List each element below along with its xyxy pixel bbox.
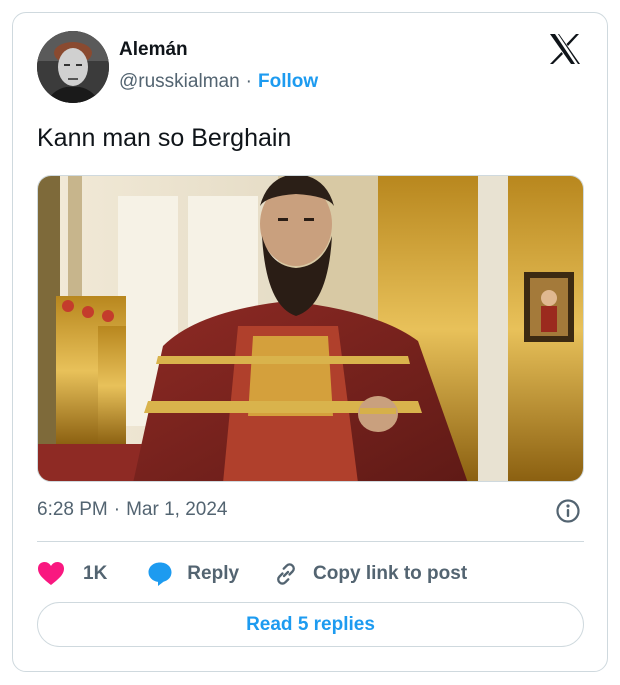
action-bar: 1K Reply Copy link to post	[37, 559, 467, 589]
timestamp-separator: ·	[113, 499, 121, 520]
reply-label: Reply	[187, 563, 240, 584]
read-replies-button[interactable]: Read 5 replies	[37, 602, 584, 647]
tweet-text: Kann man so Berghain	[37, 124, 292, 152]
x-logo-icon[interactable]	[548, 33, 582, 65]
tweet-time: 6:28 PM	[37, 499, 108, 520]
tweet-card: Alemán @russkialman · Follow Kann man so B…	[12, 12, 608, 672]
info-icon[interactable]	[555, 498, 581, 524]
like-count: 1K	[83, 563, 108, 584]
speech-bubble-icon	[148, 562, 172, 586]
follow-button[interactable]: Follow	[258, 71, 318, 92]
link-icon	[277, 563, 295, 585]
tweet-timestamp[interactable]: 6:28 PM · Mar 1, 2024	[37, 499, 228, 521]
tweet-date: Mar 1, 2024	[126, 499, 228, 520]
reply-button[interactable]: Reply	[147, 561, 239, 587]
divider	[37, 541, 584, 542]
like-button[interactable]: 1K	[37, 561, 107, 587]
display-name[interactable]: Alemán	[119, 39, 188, 61]
avatar-image	[37, 31, 109, 103]
handle-separator: ·	[245, 71, 252, 92]
avatar[interactable]	[37, 31, 109, 103]
user-handle[interactable]: @russkialman	[119, 71, 240, 92]
handle-row: @russkialman · Follow	[119, 71, 318, 93]
copy-link-button[interactable]: Copy link to post	[273, 561, 467, 587]
tweet-media-image[interactable]	[37, 175, 584, 482]
copy-link-label: Copy link to post	[313, 563, 468, 584]
heart-icon	[38, 562, 64, 585]
